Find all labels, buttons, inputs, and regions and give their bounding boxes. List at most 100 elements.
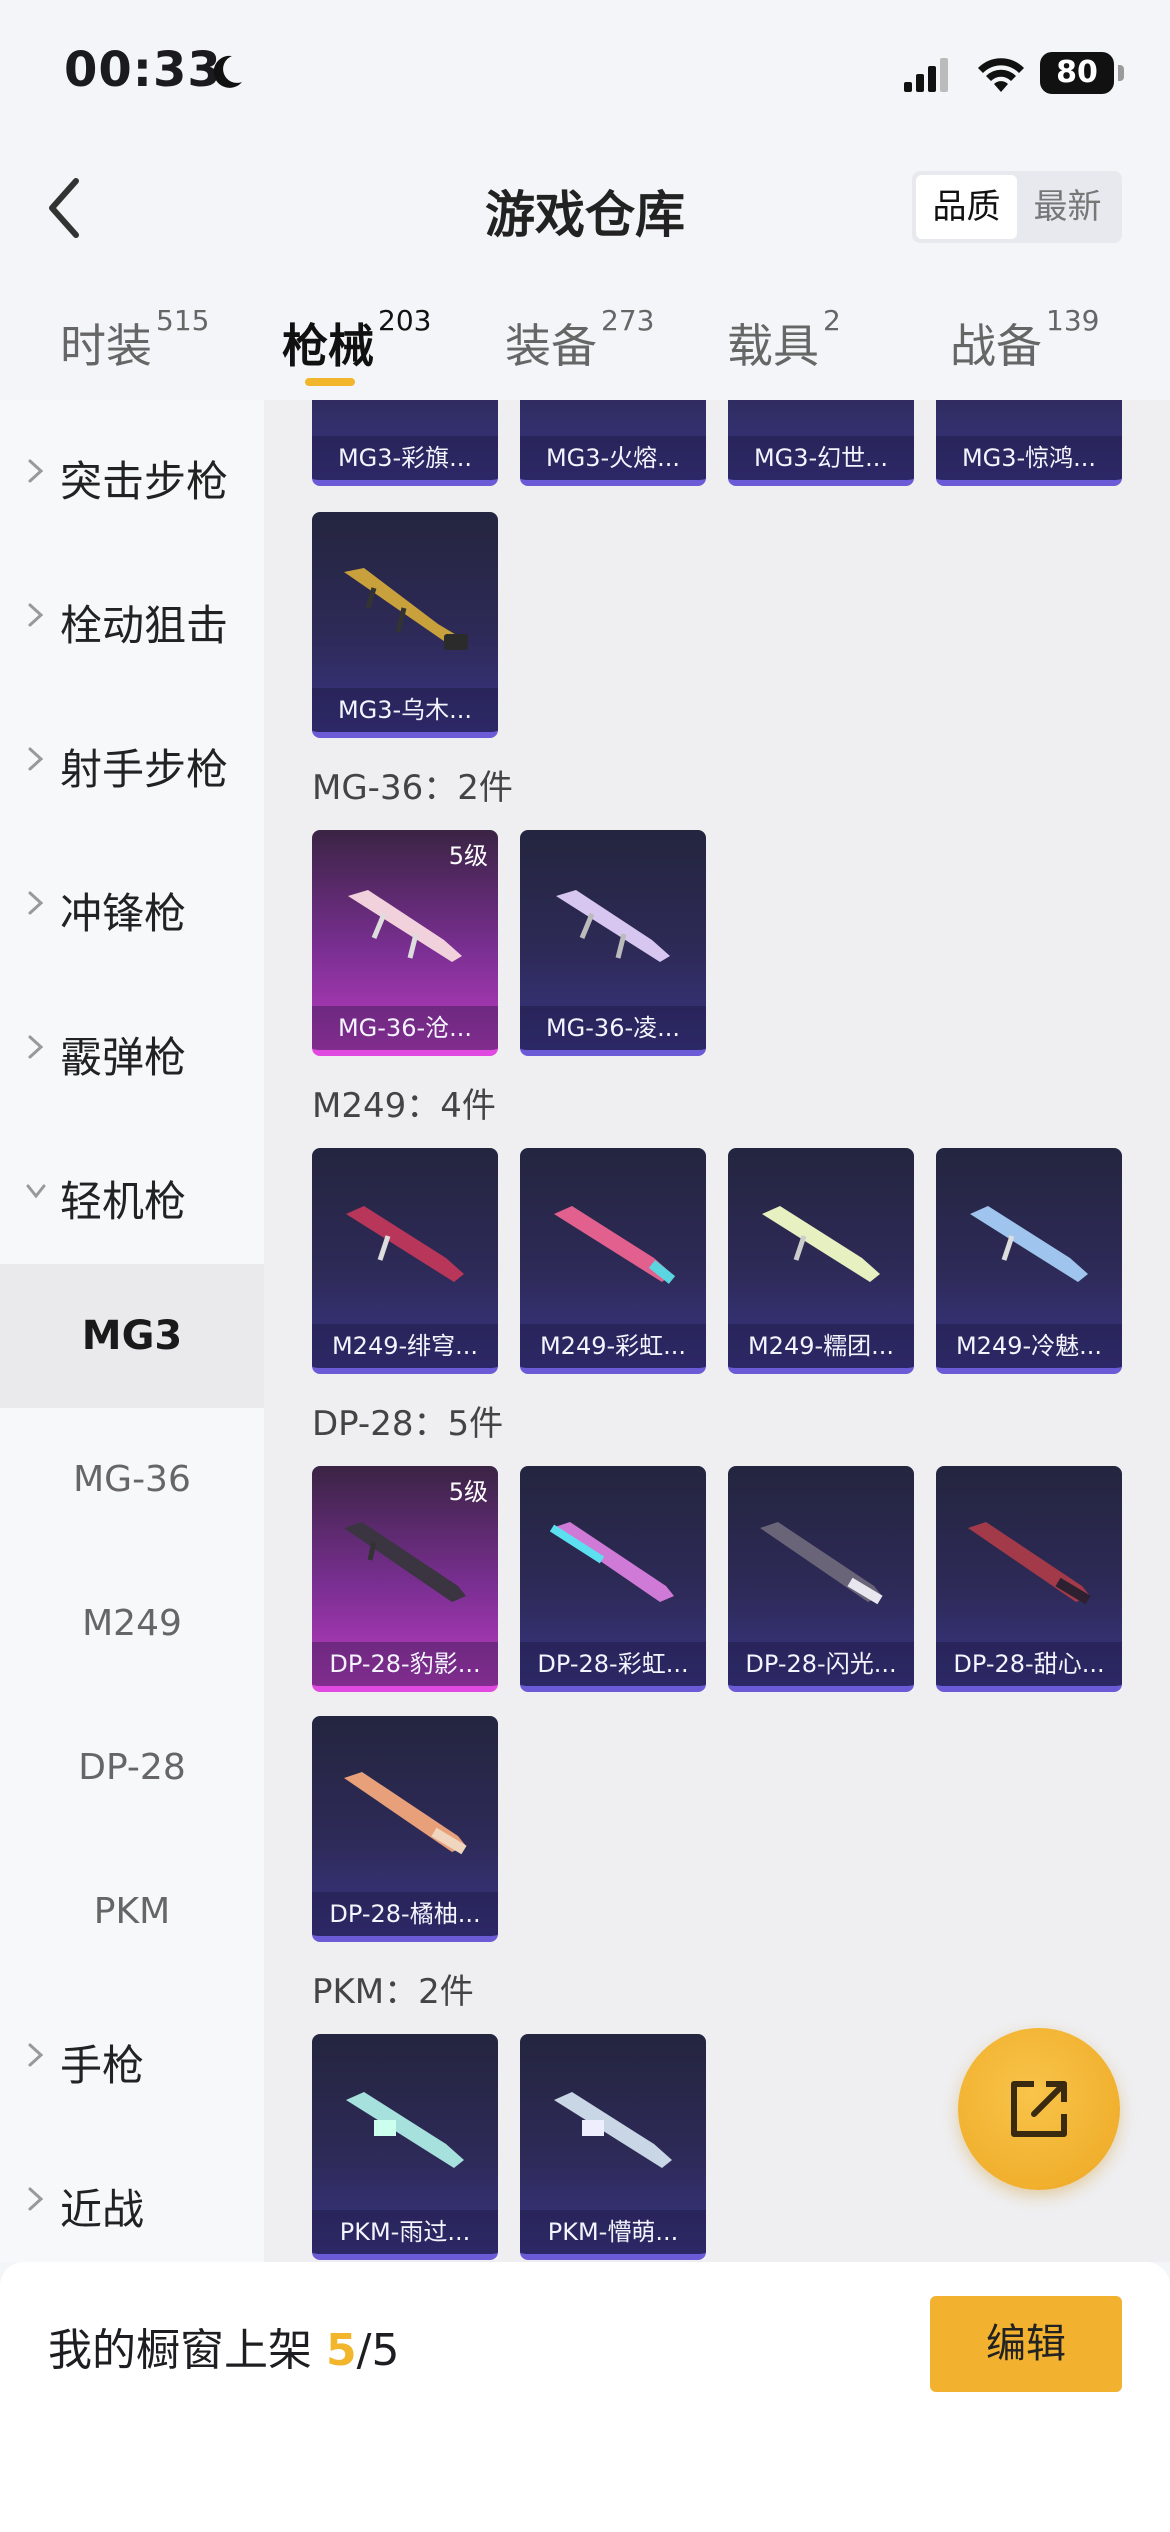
sidebar-item-assault-rifle[interactable]: 突击步枪 [0, 400, 264, 544]
tab-label: 时装 [60, 319, 152, 373]
bottom-bar: 我的橱窗上架 5/5 编辑 [0, 2262, 1170, 2532]
machine-gun-icon [346, 2092, 464, 2168]
sidebar-item-label: 栓动狙击 [60, 601, 229, 650]
sidebar-item-label: 射手步枪 [60, 745, 229, 794]
sidebar-item-label: 突击步枪 [60, 457, 229, 506]
item-card[interactable]: DP-28-彩虹... [520, 1466, 706, 1692]
sidebar-sub-mg36[interactable]: MG-36 [0, 1408, 264, 1552]
item-name: MG3-幻世... [728, 436, 914, 480]
chevron-right-icon [28, 891, 44, 915]
tab-label: 枪械 [282, 319, 374, 373]
group-header-pkm: PKM：2件 [312, 1972, 474, 2012]
machine-gun-icon [762, 1206, 880, 1282]
item-card[interactable]: M249-冷魅... [936, 1148, 1122, 1374]
shelf-label: 我的橱窗上架 [48, 2325, 326, 2376]
item-card[interactable]: MG3-乌木... [312, 512, 498, 738]
item-card[interactable]: M249-绯穹... [312, 1148, 498, 1374]
item-card[interactable]: PKM-雨过... [312, 2034, 498, 2260]
sort-toggle: 品质 最新 [912, 171, 1122, 243]
status-bar: 00:33 80 [0, 0, 1170, 145]
sidebar-sub-dp28[interactable]: DP-28 [0, 1696, 264, 1840]
sidebar-item-melee[interactable]: 近战 [0, 2128, 264, 2272]
wifi-icon [978, 58, 1024, 92]
item-name: PKM-懵萌... [520, 2210, 706, 2254]
item-card[interactable]: PKM-懵萌... [520, 2034, 706, 2260]
chevron-right-icon [28, 2187, 44, 2211]
sort-by-newest-button[interactable]: 最新 [1017, 175, 1118, 239]
tab-label: 载具 [727, 319, 819, 373]
tab-vehicles[interactable]: 载具 2 [727, 304, 841, 376]
sidebar-item-marksman-rifle[interactable]: 射手步枪 [0, 688, 264, 832]
item-name: MG3-彩旗... [312, 436, 498, 480]
battery-level: 80 [1040, 52, 1114, 94]
item-card[interactable]: MG3-惊鸿... [936, 400, 1122, 486]
tab-battle-prep[interactable]: 战备 139 [950, 304, 1099, 376]
sidebar-item-smg[interactable]: 冲锋枪 [0, 832, 264, 976]
item-name: DP-28-甜心... [936, 1642, 1122, 1686]
sidebar-item-label: 霰弹枪 [60, 1033, 187, 1082]
item-card[interactable]: 5级 DP-28-豹影... [312, 1466, 498, 1692]
sidebar-item-lmg[interactable]: 轻机枪 [0, 1120, 264, 1264]
item-card[interactable]: 5级 MG-36-沧... [312, 830, 498, 1056]
battery-tip [1118, 65, 1124, 81]
tab-label: 装备 [505, 319, 597, 373]
item-name: PKM-雨过... [312, 2210, 498, 2254]
sidebar-item-pistol[interactable]: 手枪 [0, 1984, 264, 2128]
item-name: M249-绯穹... [312, 1324, 498, 1368]
rifle-icon [344, 1772, 467, 1855]
item-card[interactable]: DP-28-橘柚... [312, 1716, 498, 1942]
share-fab-button[interactable] [958, 2028, 1120, 2190]
sort-by-quality-button[interactable]: 品质 [916, 175, 1017, 239]
sidebar: 突击步枪 栓动狙击 射手步枪 冲锋枪 霰弹枪 轻机枪 MG3 MG-36 M24… [0, 400, 264, 2262]
item-card[interactable]: M249-糯团... [728, 1148, 914, 1374]
edit-button[interactable]: 编辑 [930, 2296, 1122, 2392]
status-time: 00:33 [64, 42, 222, 98]
tab-count: 2 [823, 304, 841, 337]
item-name: MG-36-凌... [520, 1006, 706, 1050]
machine-gun-icon [348, 890, 462, 962]
shelf-max: /5 [356, 2325, 400, 2376]
item-name: DP-28-豹影... [312, 1642, 498, 1686]
item-name: M249-冷魅... [936, 1324, 1122, 1368]
group-header-m249: M249：4件 [312, 1086, 496, 1126]
item-card[interactable]: MG3-彩旗... [312, 400, 498, 486]
sidebar-sub-m249[interactable]: M249 [0, 1552, 264, 1696]
tab-firearms[interactable]: 枪械 203 [282, 304, 431, 376]
group-header-mg36: MG-36：2件 [312, 768, 513, 808]
tab-fashion[interactable]: 时装 515 [60, 304, 209, 376]
tab-count: 139 [1046, 304, 1100, 337]
tab-equipment[interactable]: 装备 273 [505, 304, 654, 376]
machine-gun-icon [554, 2092, 672, 2168]
item-name: DP-28-彩虹... [520, 1642, 706, 1686]
sidebar-item-bolt-sniper[interactable]: 栓动狙击 [0, 544, 264, 688]
battery-indicator: 80 [1040, 52, 1126, 94]
moon-icon [213, 55, 242, 88]
item-card[interactable]: M249-彩虹... [520, 1148, 706, 1374]
category-tabs: 时装 515 枪械 203 装备 273 载具 2 战备 139 [0, 290, 1170, 400]
rifle-icon [760, 1522, 883, 1605]
chevron-right-icon [28, 747, 44, 771]
share-icon [1011, 2081, 1067, 2137]
item-card[interactable]: MG-36-凌... [520, 830, 706, 1056]
signal-icon [904, 58, 948, 92]
item-card[interactable]: MG3-幻世... [728, 400, 914, 486]
sidebar-item-shotgun[interactable]: 霰弹枪 [0, 976, 264, 1120]
chevron-right-icon [28, 1035, 44, 1059]
chevron-right-icon [28, 459, 44, 483]
item-card[interactable]: DP-28-甜心... [936, 1466, 1122, 1692]
item-name: M249-糯团... [728, 1324, 914, 1368]
machine-gun-icon [344, 568, 468, 650]
item-name: DP-28-橘柚... [312, 1892, 498, 1936]
item-name: MG3-乌木... [312, 688, 498, 732]
sidebar-item-label: 近战 [60, 2185, 145, 2234]
item-card[interactable]: DP-28-闪光... [728, 1466, 914, 1692]
item-name: MG-36-沧... [312, 1006, 498, 1050]
machine-gun-icon [556, 890, 670, 962]
tab-count: 203 [378, 304, 432, 337]
machine-gun-icon [346, 1206, 464, 1282]
sidebar-sub-mg3[interactable]: MG3 [0, 1264, 264, 1408]
chevron-right-icon [28, 2043, 44, 2067]
sidebar-sub-pkm[interactable]: PKM [0, 1840, 264, 1984]
item-card[interactable]: MG3-火熔... [520, 400, 706, 486]
chevron-down-icon [26, 1184, 46, 1199]
